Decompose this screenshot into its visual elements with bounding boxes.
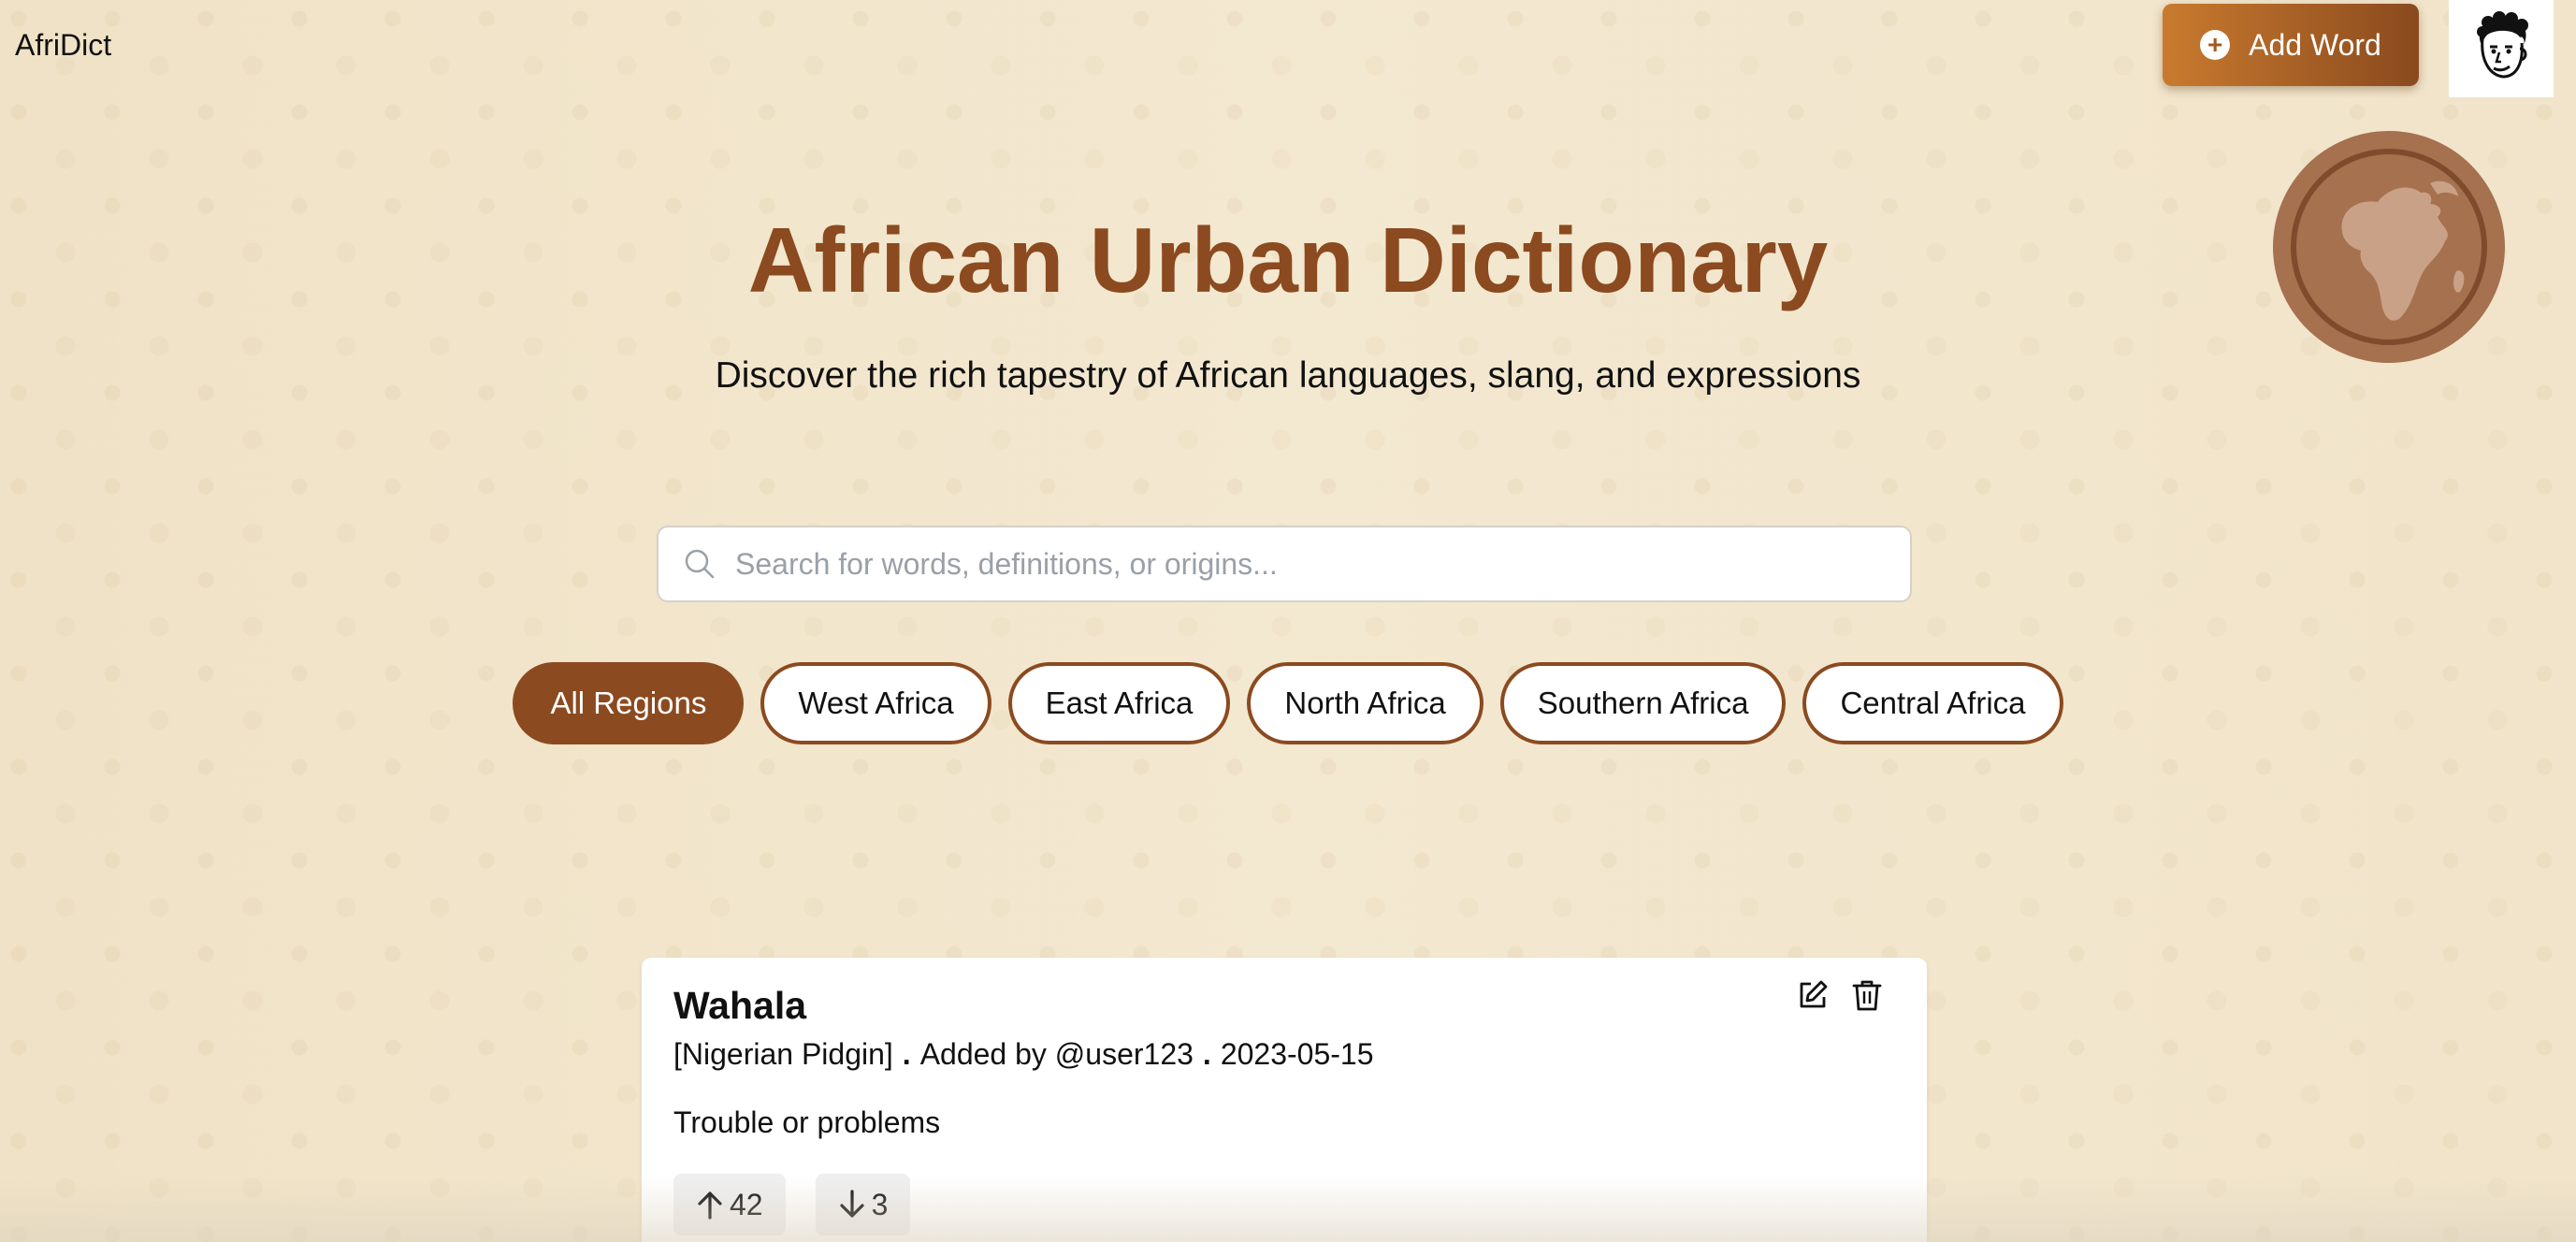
arrow-up-icon [698,1191,722,1220]
trash-icon[interactable] [1850,978,1884,1012]
downvote-button[interactable]: 3 [815,1174,911,1235]
add-word-button[interactable]: + Add Word [2163,4,2419,86]
plus-circle-icon: + [2200,30,2231,60]
avatar-icon [2477,11,2528,79]
entry-meta: [Nigerian Pidgin]. Added by @user123. 2023… [673,1037,1895,1072]
region-filter-central-africa[interactable]: Central Africa [1802,662,2063,744]
search-icon [683,547,716,581]
word-entry-card: Wahala [Nigerian Pidgin]. Added by @user1… [642,958,1927,1242]
region-filter-east-africa[interactable]: East Africa [1007,662,1231,744]
entry-author: Added by @user123 [919,1037,1194,1071]
search-input[interactable] [735,527,1910,600]
brand-logo-text[interactable]: AfriDict [15,28,111,63]
vote-controls: 42 3 [673,1174,1895,1235]
region-filter-all-regions[interactable]: All Regions [513,662,745,744]
region-filter-group: All Regions West Africa East Africa Nort… [0,662,2576,744]
region-filter-west-africa[interactable]: West Africa [760,662,991,744]
region-filter-southern-africa[interactable]: Southern Africa [1499,662,1787,744]
page-title: African Urban Dictionary [747,209,1829,311]
edit-icon[interactable] [1796,978,1830,1012]
arrow-down-icon [839,1190,864,1218]
entry-date: 2023-05-15 [1220,1037,1374,1071]
user-avatar[interactable] [2449,0,2554,97]
meta-separator: . [1202,1037,1211,1071]
entry-language: [Nigerian Pidgin] [673,1037,893,1071]
entry-definition: Trouble or problems [673,1105,941,1139]
downvote-count: 3 [871,1187,889,1221]
entry-word: Wahala [673,984,807,1027]
page-subtitle: Discover the rich tapestry of African la… [715,355,1861,396]
upvote-button[interactable]: 42 [673,1174,786,1235]
search-bar [657,526,1912,602]
region-filter-north-africa[interactable]: North Africa [1247,662,1483,744]
add-word-label: Add Word [2249,27,2381,62]
upvote-count: 42 [730,1187,763,1221]
meta-separator: . [902,1037,911,1071]
entry-actions [1796,978,1884,1012]
